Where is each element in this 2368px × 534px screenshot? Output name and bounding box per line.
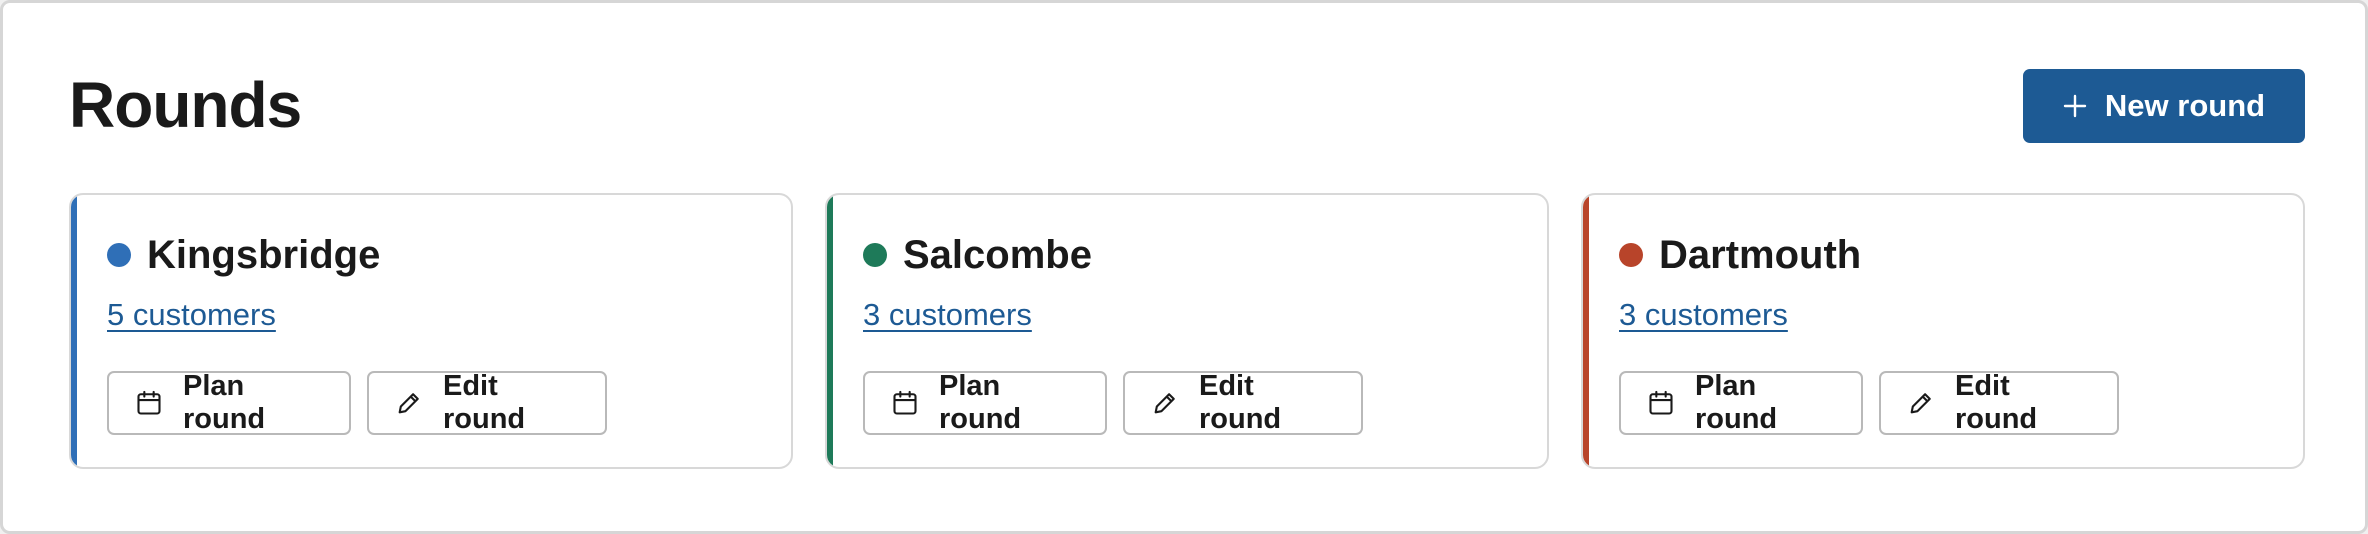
round-accent-bar <box>827 195 833 467</box>
plan-round-button[interactable]: Plan round <box>107 370 351 435</box>
edit-round-label: Edit round <box>1199 370 1282 435</box>
plan-round-button[interactable]: Plan round <box>1619 370 1863 435</box>
new-round-button[interactable]: New round <box>2023 69 2305 143</box>
rounds-panel: Rounds New round Kingsbridge 5 customers… <box>0 0 2368 534</box>
plus-icon <box>2063 94 2087 118</box>
round-actions: Plan round Edit round <box>863 370 1363 435</box>
round-accent-bar <box>1583 195 1589 467</box>
plan-round-button[interactable]: Plan round <box>863 370 1107 435</box>
round-name: Dartmouth <box>1659 233 1862 277</box>
round-name: Salcombe <box>903 233 1092 277</box>
round-card-dartmouth: Dartmouth 3 customers Plan round Edit ro… <box>1581 193 2305 469</box>
round-title: Kingsbridge <box>107 227 380 283</box>
round-name: Kingsbridge <box>147 233 381 277</box>
round-actions: Plan round Edit round <box>1619 370 2119 435</box>
round-color-dot <box>1619 243 1643 267</box>
round-customers-link[interactable]: 3 customers <box>1619 297 1788 333</box>
round-card-kingsbridge: Kingsbridge 5 customers Plan round Edit … <box>69 193 793 469</box>
pencil-icon <box>398 393 419 414</box>
round-color-dot <box>107 243 131 267</box>
plan-round-label: Plan round <box>1695 370 1778 435</box>
round-customers-link[interactable]: 5 customers <box>107 297 276 333</box>
round-title: Salcombe <box>863 227 1092 283</box>
edit-round-label: Edit round <box>443 370 526 435</box>
round-customers-link[interactable]: 3 customers <box>863 297 1032 333</box>
edit-round-button[interactable]: Edit round <box>1879 370 2119 435</box>
edit-round-button[interactable]: Edit round <box>1123 370 1363 435</box>
page-title: Rounds <box>69 69 302 141</box>
round-title: Dartmouth <box>1619 227 1861 283</box>
new-round-label: New round <box>2104 88 2266 123</box>
pencil-icon <box>1910 393 1931 414</box>
edit-round-label: Edit round <box>1955 370 2038 435</box>
round-actions: Plan round Edit round <box>107 370 607 435</box>
round-accent-bar <box>71 195 77 467</box>
plan-round-label: Plan round <box>183 370 266 435</box>
calendar-icon <box>137 390 161 415</box>
round-card-salcombe: Salcombe 3 customers Plan round Edit rou… <box>825 193 1549 469</box>
plan-round-label: Plan round <box>939 370 1022 435</box>
calendar-icon <box>1649 390 1673 415</box>
pencil-icon <box>1154 393 1175 414</box>
calendar-icon <box>893 390 917 415</box>
round-color-dot <box>863 243 887 267</box>
edit-round-button[interactable]: Edit round <box>367 370 607 435</box>
